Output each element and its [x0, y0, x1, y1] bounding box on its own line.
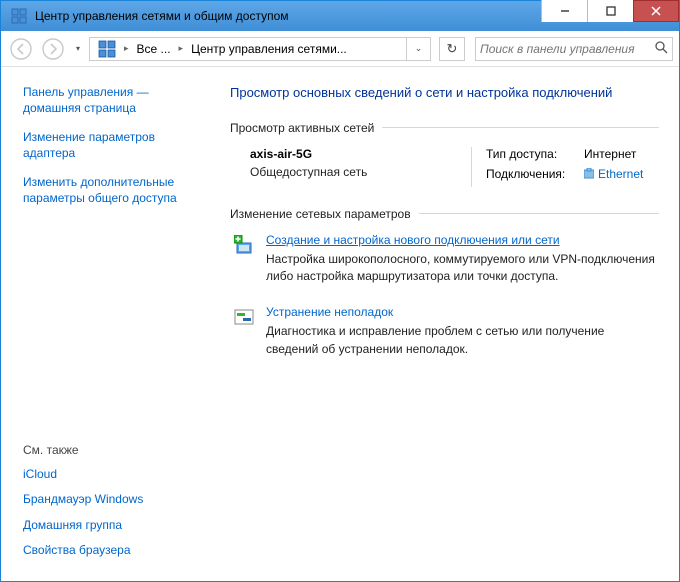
network-details: Тип доступа: Интернет Подключения: Ether… [471, 147, 659, 187]
access-type-value: Интернет [584, 147, 659, 161]
adapter-settings-link[interactable]: Изменение параметров адаптера [23, 130, 198, 161]
see-also-label: См. также [23, 443, 198, 457]
maximize-button[interactable] [587, 0, 633, 22]
sharing-settings-link[interactable]: Изменить дополнительные параметры общего… [23, 175, 198, 206]
title-bar: Центр управления сетями и общим доступом [1, 1, 679, 31]
troubleshoot-desc: Диагностика и исправление проблем с сеть… [266, 323, 659, 358]
search-icon[interactable] [655, 41, 668, 57]
troubleshoot-link[interactable]: Устранение неполадок [266, 305, 659, 319]
see-also-icloud[interactable]: iCloud [23, 467, 198, 483]
troubleshoot-item: Устранение неполадок Диагностика и испра… [230, 305, 659, 358]
chevron-right-icon: ▸ [175, 43, 188, 54]
see-also-group: iCloud Брандмауэр Windows Домашняя групп… [23, 467, 198, 569]
breadcrumb-seg-current[interactable]: Центр управления сетями... [187, 42, 351, 56]
new-connection-item: Создание и настройка нового подключения … [230, 233, 659, 286]
window-title: Центр управления сетями и общим доступом [35, 9, 541, 23]
nav-bar: ▾ ▸ Все ... ▸ Центр управления сетями...… [1, 31, 679, 67]
access-type-label: Тип доступа: [486, 147, 584, 161]
troubleshoot-icon [234, 307, 254, 327]
connections-label: Подключения: [486, 167, 584, 181]
active-networks-label: Просмотр активных сетей [230, 121, 659, 135]
breadcrumb-dropdown[interactable]: ⌄ [406, 38, 430, 60]
see-also-browser[interactable]: Свойства браузера [23, 543, 198, 559]
refresh-button[interactable]: ↻ [439, 37, 465, 61]
network-type: Общедоступная сеть [250, 165, 471, 179]
network-row: axis-air-5G Общедоступная сеть Тип досту… [230, 147, 659, 187]
history-dropdown[interactable]: ▾ [71, 44, 85, 53]
breadcrumb-seg-all[interactable]: Все ... [133, 42, 175, 56]
breadcrumb[interactable]: ▸ Все ... ▸ Центр управления сетями... ⌄ [89, 37, 431, 61]
back-button[interactable] [7, 35, 35, 63]
main-panel: Просмотр основных сведений о сети и наст… [206, 67, 679, 581]
breadcrumb-icon [98, 40, 116, 58]
page-title: Просмотр основных сведений о сети и наст… [230, 83, 659, 103]
see-also-homegroup[interactable]: Домашняя группа [23, 518, 198, 534]
minimize-button[interactable] [541, 0, 587, 22]
change-settings-label: Изменение сетевых параметров [230, 207, 659, 221]
new-connection-icon [234, 235, 254, 255]
content-area: Панель управления — домашняя страница Из… [1, 67, 679, 581]
close-button[interactable] [633, 0, 679, 22]
search-input[interactable] [480, 42, 651, 56]
network-identity: axis-air-5G Общедоступная сеть [250, 147, 471, 187]
see-also-firewall[interactable]: Брандмауэр Windows [23, 492, 198, 508]
app-icon [11, 8, 27, 24]
sidebar: Панель управления — домашняя страница Из… [1, 67, 206, 581]
control-panel-home-link[interactable]: Панель управления — домашняя страница [23, 85, 198, 116]
forward-button[interactable] [39, 35, 67, 63]
window-controls [541, 1, 679, 31]
new-connection-link[interactable]: Создание и настройка нового подключения … [266, 233, 659, 247]
ethernet-icon [584, 168, 594, 180]
chevron-right-icon: ▸ [120, 43, 133, 54]
search-box[interactable] [475, 37, 673, 61]
network-name: axis-air-5G [250, 147, 471, 161]
new-connection-desc: Настройка широкополосного, коммутируемог… [266, 251, 659, 286]
connection-link[interactable]: Ethernet [598, 167, 643, 181]
